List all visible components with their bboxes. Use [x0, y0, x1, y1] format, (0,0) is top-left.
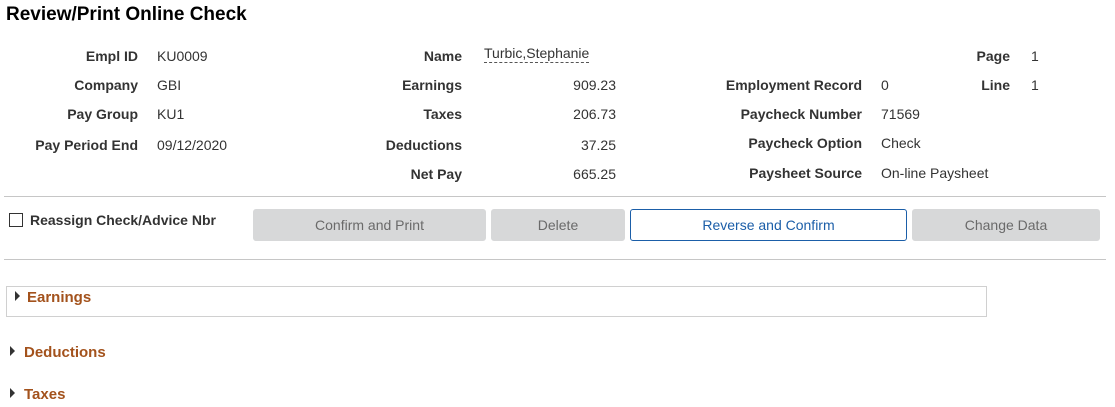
- line-label: Line: [981, 77, 1010, 93]
- deductions-label: Deductions: [385, 137, 462, 153]
- empl-id-value: KU0009: [157, 48, 208, 64]
- net-pay-label: Net Pay: [410, 166, 462, 182]
- paysheet-source-label: Paysheet Source: [749, 165, 862, 181]
- earnings-label: Earnings: [402, 77, 462, 93]
- company-value: GBI: [157, 77, 182, 93]
- reverse-confirm-button[interactable]: Reverse and Confirm: [630, 209, 907, 241]
- page-title: Review/Print Online Check: [6, 4, 247, 25]
- earnings-section-title[interactable]: Earnings: [27, 289, 91, 306]
- divider-top: [4, 196, 1106, 197]
- paycheck-number-label: Paycheck Number: [740, 106, 862, 122]
- deductions-value: 37.25: [580, 137, 616, 153]
- paycheck-option-value: Check: [881, 135, 921, 151]
- taxes-label: Taxes: [423, 106, 462, 122]
- employee-name-link[interactable]: Turbic,Stephanie: [484, 45, 590, 63]
- divider-bottom: [4, 259, 1106, 260]
- earnings-value: 909.23: [573, 77, 616, 93]
- company-label: Company: [74, 77, 138, 93]
- deductions-section-title[interactable]: Deductions: [24, 344, 106, 361]
- line-value: 1: [1031, 77, 1039, 93]
- earnings-section: [6, 286, 987, 317]
- employment-record-label: Employment Record: [725, 77, 862, 93]
- earnings-expand-icon[interactable]: [15, 291, 20, 301]
- paysheet-source-value: On-line Paysheet: [881, 165, 989, 181]
- taxes-section-title[interactable]: Taxes: [24, 386, 65, 403]
- pay-period-end-value: 09/12/2020: [157, 137, 228, 153]
- employment-record-value: 0: [881, 77, 889, 93]
- pay-group-value: KU1: [157, 106, 185, 122]
- delete-button[interactable]: Delete: [491, 209, 625, 241]
- empl-id-label: Empl ID: [85, 48, 138, 64]
- taxes-value: 206.73: [573, 106, 616, 122]
- name-label: Name: [423, 48, 462, 64]
- page-label: Page: [976, 48, 1010, 64]
- taxes-expand-icon[interactable]: [10, 388, 15, 398]
- pay-period-end-label: Pay Period End: [35, 137, 138, 153]
- net-pay-value: 665.25: [573, 166, 616, 182]
- page-value: 1: [1031, 48, 1039, 64]
- confirm-print-button[interactable]: Confirm and Print: [253, 209, 486, 241]
- reassign-label: Reassign Check/Advice Nbr: [30, 212, 216, 228]
- reassign-checkbox[interactable]: [9, 213, 23, 227]
- change-data-button[interactable]: Change Data: [912, 209, 1100, 241]
- paycheck-number-value: 71569: [881, 106, 920, 122]
- pay-group-label: Pay Group: [67, 106, 138, 122]
- deductions-expand-icon[interactable]: [10, 346, 15, 356]
- paycheck-option-label: Paycheck Option: [748, 135, 862, 151]
